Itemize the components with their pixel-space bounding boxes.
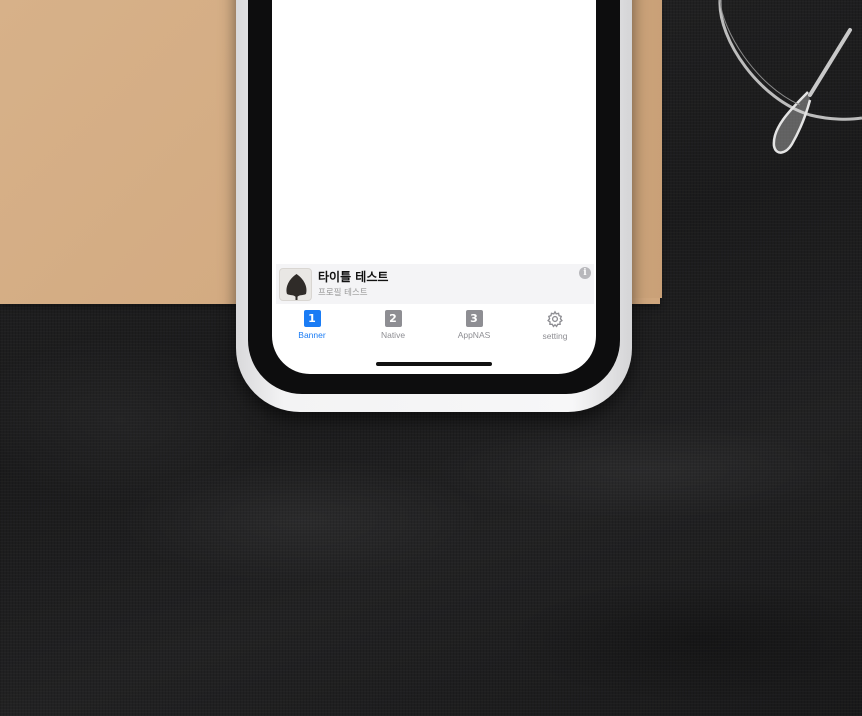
ad-subtitle: 프로필 테스트 — [318, 288, 368, 298]
tab-label: Native — [380, 330, 406, 340]
phone-screen: 타이틀 테스트 프로필 테스트 i 1 Banner 2 Native 3 Ap… — [272, 0, 596, 374]
ad-banner[interactable]: 타이틀 테스트 프로필 테스트 i — [276, 264, 594, 304]
tab-banner[interactable]: 1 Banner — [274, 310, 350, 350]
gear-icon — [547, 310, 563, 328]
tab-native[interactable]: 2 Native — [355, 310, 431, 350]
number-1-icon: 1 — [303, 310, 321, 327]
tab-setting[interactable]: setting — [517, 310, 593, 350]
tab-appnas[interactable]: 3 AppNAS — [436, 310, 512, 350]
glasses-icon — [718, 0, 862, 154]
number-2-icon: 2 — [384, 310, 402, 327]
leaf-icon — [286, 274, 307, 300]
tab-label: Banner — [298, 330, 326, 340]
tab-bar: 1 Banner 2 Native 3 AppNAS setting — [272, 306, 596, 354]
number-3-icon: 3 — [465, 310, 483, 327]
ad-thumbnail — [279, 268, 312, 301]
tab-label: setting — [542, 331, 568, 341]
tab-label: AppNAS — [457, 330, 491, 340]
ad-info-icon[interactable]: i — [579, 267, 591, 279]
home-indicator — [376, 362, 492, 366]
ad-title: 타이틀 테스트 — [318, 270, 389, 284]
